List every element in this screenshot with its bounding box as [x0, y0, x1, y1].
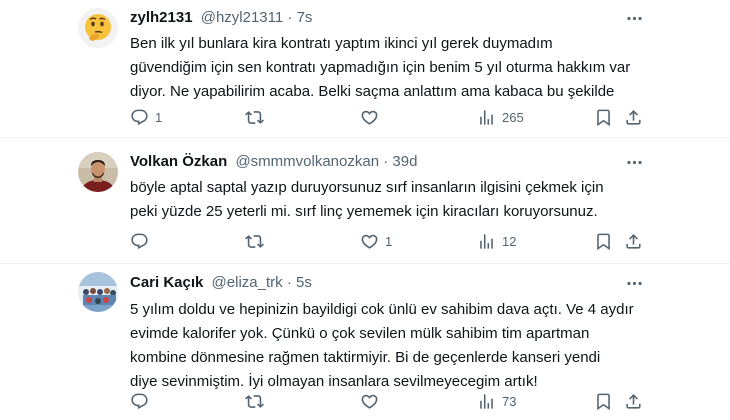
tweet-text: 5 yılım doldu ve hepinizin bayildigi cok… — [130, 298, 634, 394]
share-icon — [624, 108, 643, 127]
retweet-icon — [245, 108, 264, 127]
person-photo-icon — [78, 152, 118, 192]
reply-button[interactable] — [130, 230, 155, 252]
tweet[interactable]: Cari Kaçık @eliza_trk · 5s 5 yılım doldu… — [0, 264, 730, 420]
share-icon — [624, 392, 643, 411]
bookmark-icon — [594, 232, 613, 251]
timestamp[interactable]: 7s — [297, 9, 313, 26]
share-button[interactable] — [624, 230, 643, 252]
author-name[interactable]: zylh2131 — [130, 9, 193, 26]
more-options-button[interactable] — [620, 8, 648, 28]
share-button[interactable] — [624, 106, 643, 128]
reply-icon — [130, 392, 149, 411]
thinking-face-icon — [78, 8, 118, 48]
avatar[interactable] — [78, 272, 118, 312]
like-icon — [360, 392, 379, 411]
separator-dot: · — [287, 9, 293, 26]
tweet-header: zylh2131 @hzyl21311 · 7s — [130, 8, 312, 28]
tweet-text: Ben ilk yıl bunlara kira kontratı yaptım… — [130, 32, 630, 104]
tweet-text-line: böyle aptal saptal yazıp duruyorsunuz sı… — [130, 179, 604, 196]
views-icon — [477, 108, 496, 127]
more-options-button[interactable] — [620, 273, 648, 293]
more-icon — [625, 153, 644, 172]
more-options-button[interactable] — [620, 152, 648, 172]
timestamp[interactable]: 39d — [392, 153, 417, 170]
tweet[interactable]: zylh2131 @hzyl21311 · 7s Ben ilk yıl bun… — [0, 0, 730, 138]
bookmark-button[interactable] — [594, 230, 613, 252]
bookmark-button[interactable] — [594, 106, 613, 128]
reply-icon — [130, 232, 149, 251]
more-icon — [625, 9, 644, 28]
like-icon — [360, 108, 379, 127]
views-icon — [477, 232, 496, 251]
reply-count: 1 — [155, 109, 163, 125]
reply-button[interactable]: 1 — [130, 106, 162, 128]
retweet-button[interactable] — [245, 106, 270, 128]
view-count: 12 — [502, 233, 517, 249]
tweet-header: Volkan Özkan @smmmvolkanozkan · 39d — [130, 152, 417, 172]
like-count: 1 — [385, 233, 393, 249]
view-count: 265 — [502, 109, 524, 125]
tweet-text-line: güvendiğim için sen kontratı yapmadığın … — [130, 59, 631, 76]
tweet-text-line: evimde kalorifer yok. Çünkü o çok sevile… — [130, 325, 590, 342]
retweet-icon — [245, 392, 264, 411]
tweet-text-line: diyor. Ne yapabilirim acaba. Belki saçma… — [130, 83, 615, 100]
author-handle[interactable]: @hzyl21311 — [201, 9, 284, 26]
like-button[interactable] — [360, 106, 385, 128]
tweet-header: Cari Kaçık @eliza_trk · 5s — [130, 273, 312, 293]
reply-button[interactable] — [130, 390, 155, 412]
separator-dot: · — [286, 274, 292, 291]
tweet-text-line: Ben ilk yıl bunlara kira kontratı yaptım… — [130, 35, 553, 52]
reply-icon — [130, 108, 149, 127]
retweet-button[interactable] — [245, 390, 270, 412]
bookmark-icon — [594, 108, 613, 127]
tweet[interactable]: Volkan Özkan @smmmvolkanozkan · 39d böyl… — [0, 138, 730, 264]
retweet-button[interactable] — [245, 230, 270, 252]
like-icon — [360, 232, 379, 251]
views-icon — [477, 392, 496, 411]
views-button[interactable]: 73 — [477, 390, 516, 412]
author-handle[interactable]: @smmmvolkanozkan — [235, 153, 379, 170]
views-button[interactable]: 12 — [477, 230, 516, 252]
avatar[interactable] — [78, 8, 118, 48]
view-count: 73 — [502, 393, 517, 409]
share-button[interactable] — [624, 390, 643, 412]
author-name[interactable]: Cari Kaçık — [130, 274, 203, 291]
action-bar: 73 — [0, 390, 730, 412]
group-photo-icon — [78, 272, 118, 312]
action-bar: 1 12 — [0, 230, 730, 252]
action-bar: 1 265 — [0, 106, 730, 128]
like-button[interactable]: 1 — [360, 230, 392, 252]
share-icon — [624, 232, 643, 251]
separator-dot: · — [383, 153, 389, 170]
like-button[interactable] — [360, 390, 385, 412]
tweet-text: böyle aptal saptal yazıp duruyorsunuz sı… — [130, 176, 630, 224]
views-button[interactable]: 265 — [477, 106, 524, 128]
more-icon — [625, 274, 644, 293]
bookmark-icon — [594, 392, 613, 411]
timestamp[interactable]: 5s — [296, 274, 312, 291]
retweet-icon — [245, 232, 264, 251]
bookmark-button[interactable] — [594, 390, 613, 412]
tweet-text-line: 5 yılım doldu ve hepinizin bayildigi cok… — [130, 301, 634, 318]
author-name[interactable]: Volkan Özkan — [130, 153, 227, 170]
tweet-text-line: kombine dönmesine rağmen taktirmiyir. Bi… — [130, 349, 601, 366]
avatar[interactable] — [78, 152, 118, 192]
tweet-text-line: peki yüzde 25 yeterli mi. sırf linç yeme… — [130, 203, 598, 220]
author-handle[interactable]: @eliza_trk — [212, 274, 283, 291]
